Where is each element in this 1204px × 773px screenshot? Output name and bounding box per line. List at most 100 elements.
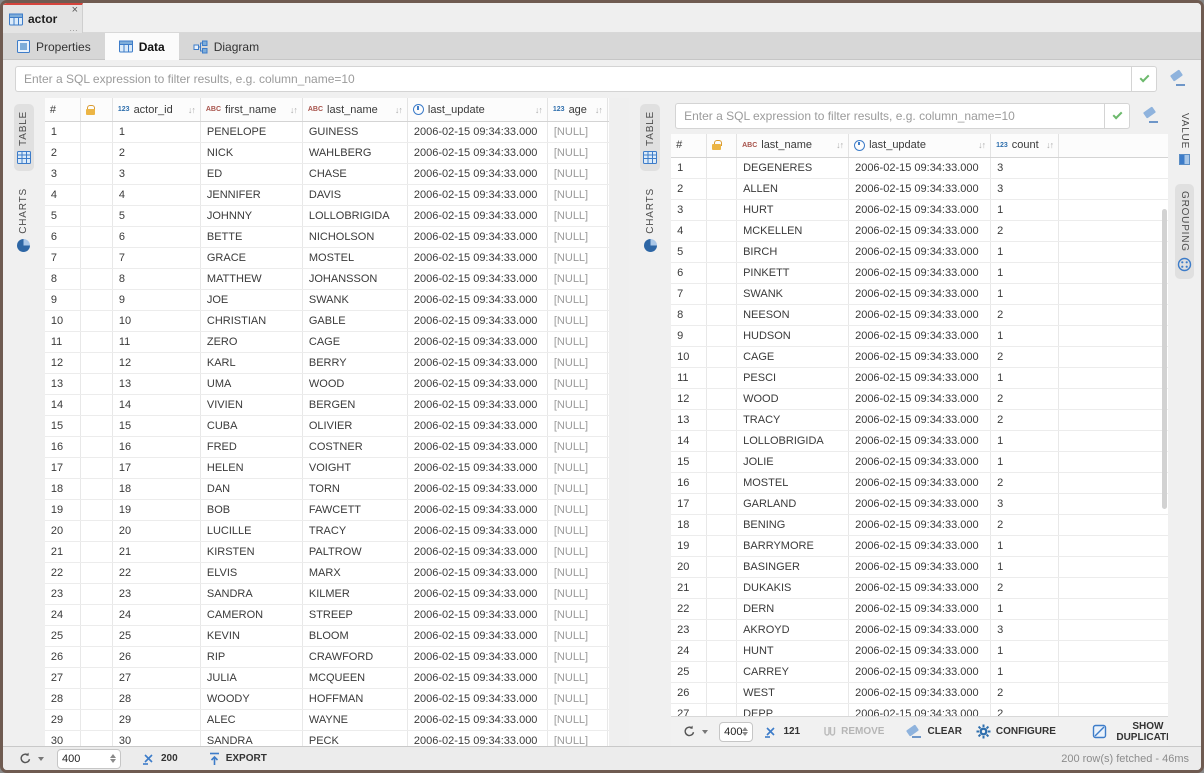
grid-cell[interactable]: [NULL] (548, 122, 608, 142)
grid-cell[interactable]: 18 (671, 515, 707, 535)
grid-cell[interactable]: 26 (113, 647, 201, 667)
grid-cell[interactable]: 1 (991, 242, 1059, 262)
grid-cell[interactable]: GUINESS (303, 122, 408, 142)
grid-cell[interactable]: 1 (991, 599, 1059, 619)
table-row[interactable]: 20BASINGER2006-02-15 09:34:33.0001 (671, 557, 1168, 578)
grid-cell[interactable]: 2006-02-15 09:34:33.000 (849, 200, 991, 220)
grid-cell[interactable]: 1 (991, 536, 1059, 556)
grid-cell[interactable] (707, 242, 737, 262)
sql-filter-input[interactable] (15, 66, 1131, 92)
grid-cell[interactable] (707, 641, 737, 661)
grid-cell[interactable]: 22 (45, 563, 81, 583)
grid-cell[interactable]: 2 (991, 578, 1059, 598)
table-row[interactable]: 6PINKETT2006-02-15 09:34:33.0001 (671, 263, 1168, 284)
table-row[interactable]: 25CARREY2006-02-15 09:34:33.0001 (671, 662, 1168, 683)
grid-cell[interactable]: DAVIS (303, 185, 408, 205)
grid-cell[interactable]: [NULL] (548, 395, 608, 415)
grid-cell[interactable]: 30 (113, 731, 201, 746)
grid-cell[interactable]: 10 (671, 347, 707, 367)
grid-cell[interactable] (81, 248, 113, 268)
grid-cell[interactable]: 3 (991, 179, 1059, 199)
grid-cell[interactable]: CHRISTIAN (201, 311, 303, 331)
grid-cell[interactable]: 2 (991, 704, 1059, 717)
grid-cell[interactable]: PESCI (737, 368, 849, 388)
grid-cell[interactable]: 2 (991, 515, 1059, 535)
grid-cell[interactable]: [NULL] (548, 164, 608, 184)
grid-cell[interactable]: 12 (113, 353, 201, 373)
grid-cell[interactable]: UMA (201, 374, 303, 394)
grid-cell[interactable]: KEVIN (201, 626, 303, 646)
grid-cell[interactable]: 3 (45, 164, 81, 184)
grid-cell[interactable] (81, 164, 113, 184)
grid-cell[interactable] (81, 206, 113, 226)
grid-cell[interactable]: 2006-02-15 09:34:33.000 (408, 374, 548, 394)
column-header-last_update[interactable]: last_update↓↑ (408, 98, 548, 121)
grid-cell[interactable] (81, 563, 113, 583)
grid-cell[interactable]: 2 (45, 143, 81, 163)
grid-cell[interactable]: 22 (671, 599, 707, 619)
grid-cell[interactable]: TRACY (303, 521, 408, 541)
grid-cell[interactable] (707, 452, 737, 472)
grid-cell[interactable]: 26 (45, 647, 81, 667)
grid-cell[interactable]: 28 (113, 689, 201, 709)
grid-cell[interactable]: FRED (201, 437, 303, 457)
clear-filter-button[interactable] (1140, 105, 1162, 127)
grid-cell[interactable]: 2 (991, 221, 1059, 241)
table-row[interactable]: 1DEGENERES2006-02-15 09:34:33.0003 (671, 158, 1168, 179)
table-row[interactable]: 1919BOBFAWCETT2006-02-15 09:34:33.000[NU… (45, 500, 609, 521)
grid-cell[interactable] (81, 353, 113, 373)
grid-cell[interactable] (707, 284, 737, 304)
table-row[interactable]: 1616FREDCOSTNER2006-02-15 09:34:33.000[N… (45, 437, 609, 458)
grid-cell[interactable] (707, 515, 737, 535)
grid-cell[interactable]: [NULL] (548, 248, 608, 268)
grid-cell[interactable]: 2 (113, 143, 201, 163)
grid-cell[interactable]: NICK (201, 143, 303, 163)
grid-cell[interactable]: 3 (991, 620, 1059, 640)
table-row[interactable]: 7SWANK2006-02-15 09:34:33.0001 (671, 284, 1168, 305)
grid-cell[interactable]: 17 (671, 494, 707, 514)
grid-cell[interactable]: LOLLOBRIGIDA (303, 206, 408, 226)
grid-cell[interactable] (81, 437, 113, 457)
grid-cell[interactable]: 1 (671, 158, 707, 178)
grid-cell[interactable]: 14 (113, 395, 201, 415)
grid-cell[interactable]: DUKAKIS (737, 578, 849, 598)
grid-cell[interactable] (81, 311, 113, 331)
table-row[interactable]: 2020LUCILLETRACY2006-02-15 09:34:33.000[… (45, 521, 609, 542)
grid-cell[interactable]: 5 (671, 242, 707, 262)
grid-cell[interactable]: 19 (45, 500, 81, 520)
grid-cell[interactable]: DERN (737, 599, 849, 619)
grid-cell[interactable]: NICHOLSON (303, 227, 408, 247)
grid-cell[interactable]: 9 (45, 290, 81, 310)
grid-cell[interactable]: 20 (671, 557, 707, 577)
grid-cell[interactable]: 2006-02-15 09:34:33.000 (849, 431, 991, 451)
grid-cell[interactable]: 2006-02-15 09:34:33.000 (408, 458, 548, 478)
grid-cell[interactable]: VIVIEN (201, 395, 303, 415)
grid-cell[interactable]: 2006-02-15 09:34:33.000 (849, 704, 991, 717)
table-row[interactable]: 12WOOD2006-02-15 09:34:33.0002 (671, 389, 1168, 410)
tab-diagram[interactable]: Diagram (179, 33, 273, 60)
grid-cell[interactable]: 2006-02-15 09:34:33.000 (408, 269, 548, 289)
grid-cell[interactable]: [NULL] (548, 332, 608, 352)
grid-cell[interactable]: WOOD (737, 389, 849, 409)
grid-cell[interactable]: 1 (991, 662, 1059, 682)
grid-cell[interactable]: 2006-02-15 09:34:33.000 (408, 668, 548, 688)
grid-cell[interactable]: AKROYD (737, 620, 849, 640)
grid-cell[interactable] (81, 584, 113, 604)
grid-cell[interactable] (81, 668, 113, 688)
grid-cell[interactable]: 2006-02-15 09:34:33.000 (849, 158, 991, 178)
table-row[interactable]: 8NEESON2006-02-15 09:34:33.0002 (671, 305, 1168, 326)
grid-cell[interactable]: 2006-02-15 09:34:33.000 (408, 143, 548, 163)
grid-cell[interactable]: 1 (45, 122, 81, 142)
grid-cell[interactable] (707, 389, 737, 409)
grid-cell[interactable]: GRACE (201, 248, 303, 268)
grid-cell[interactable]: HELEN (201, 458, 303, 478)
grid-cell[interactable]: CUBA (201, 416, 303, 436)
grid-cell[interactable]: 21 (113, 542, 201, 562)
grid-cell[interactable]: 4 (113, 185, 201, 205)
grid-cell[interactable]: 7 (45, 248, 81, 268)
sort-icon[interactable]: ↓↑ (595, 105, 602, 115)
grid-cell[interactable]: HUDSON (737, 326, 849, 346)
grid-cell[interactable]: 7 (671, 284, 707, 304)
grid-cell[interactable] (707, 347, 737, 367)
grid-cell[interactable]: 4 (45, 185, 81, 205)
